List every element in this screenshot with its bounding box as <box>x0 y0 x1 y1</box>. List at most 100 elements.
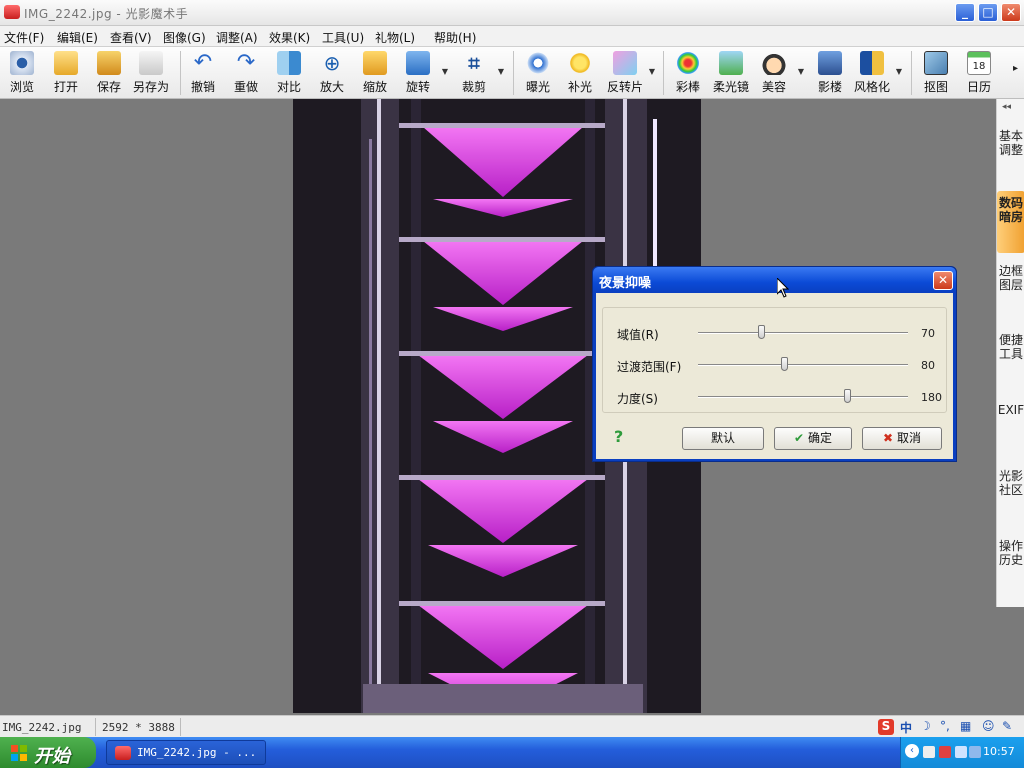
redo-label: 重做 <box>233 80 258 94</box>
taskbar-item-label: IMG_2242.jpg - ... <box>137 746 257 759</box>
open-button[interactable]: 打开 <box>44 49 88 97</box>
folder-open-icon <box>54 51 78 75</box>
cancel-button[interactable]: ✖ 取消 <box>862 427 942 450</box>
compare-icon <box>277 51 301 75</box>
transition-range-slider-thumb[interactable] <box>781 357 789 371</box>
reversal-film-dropdown-icon[interactable]: ▼ <box>649 67 655 76</box>
panel-collapse-icon[interactable]: ◂◂ <box>1002 102 1011 112</box>
tab-frame-layer[interactable]: 边框图层 <box>997 264 1024 326</box>
stylize-button[interactable]: 风格化 ▼ <box>850 49 902 97</box>
user-icon[interactable]: ☺ <box>982 719 995 735</box>
tray-expand-icon[interactable]: ‹ <box>905 744 919 758</box>
threshold-slider[interactable] <box>698 325 908 339</box>
maximize-button[interactable]: □ <box>978 3 998 22</box>
calendar-button[interactable]: 18 日历 <box>957 49 1001 97</box>
status-filename: IMG_2242.jpg <box>2 721 82 734</box>
crop-button[interactable]: ⌗ 裁剪 ▼ <box>452 49 504 97</box>
start-button[interactable]: 开始 <box>0 737 96 768</box>
toolbar-more-icon[interactable]: ▸ <box>1013 63 1018 74</box>
status-divider <box>180 718 181 736</box>
strength-slider-thumb[interactable] <box>844 389 852 403</box>
menu-view[interactable]: 查看(V) <box>110 29 152 46</box>
crop-icon: ⌗ <box>468 51 480 75</box>
beauty-dropdown-icon[interactable]: ▼ <box>798 67 804 76</box>
rotate-label: 旋转 <box>405 80 430 94</box>
threshold-slider-thumb[interactable] <box>758 325 765 339</box>
cutout-button[interactable]: 抠图 <box>914 49 958 97</box>
redo-button[interactable]: ↷ 重做 <box>224 49 268 97</box>
keyboard-icon[interactable]: ▦ <box>960 719 971 735</box>
strength-slider[interactable] <box>698 389 908 403</box>
eye-icon <box>10 51 34 75</box>
tab-history[interactable]: 操作历史 <box>997 539 1024 601</box>
soft-focus-button[interactable]: 柔光镜 <box>709 49 753 97</box>
studio-button[interactable]: 影楼 <box>808 49 852 97</box>
tray-app-icon[interactable] <box>923 746 935 758</box>
ok-button[interactable]: ✔ 确定 <box>774 427 852 450</box>
network-icon[interactable] <box>969 746 981 758</box>
reversal-film-button[interactable]: 反转片 ▼ <box>603 49 655 97</box>
punctuation-icon[interactable]: °, <box>940 719 950 735</box>
resize-button[interactable]: 缩放 <box>353 49 397 97</box>
rotate-dropdown-icon[interactable]: ▼ <box>442 67 448 76</box>
x-icon: ✖ <box>882 431 894 445</box>
cutout-label: 抠图 <box>923 80 948 94</box>
crop-label: 裁剪 <box>461 80 486 94</box>
tray-security-icon[interactable] <box>939 746 951 758</box>
threshold-value: 70 <box>921 327 935 340</box>
minimize-button[interactable]: _ <box>955 3 975 22</box>
menu-image[interactable]: 图像(G) <box>163 29 206 46</box>
tab-community[interactable]: 光影社区 <box>997 469 1024 531</box>
dialog-close-button[interactable]: ✕ <box>933 271 953 290</box>
cutout-icon <box>924 51 948 75</box>
menu-gifts[interactable]: 礼物(L) <box>375 29 415 46</box>
save-as-button[interactable]: 另存为 <box>129 49 173 97</box>
moon-icon[interactable]: ☽ <box>920 719 931 735</box>
crop-dropdown-icon[interactable]: ▼ <box>498 67 504 76</box>
zoom-in-label: 放大 <box>319 80 344 94</box>
rotate-button[interactable]: 旋转 ▼ <box>396 49 448 97</box>
menu-help[interactable]: 帮助(H) <box>434 29 476 46</box>
menu-effects[interactable]: 效果(K) <box>269 29 310 46</box>
taskbar-item-app[interactable]: IMG_2242.jpg - ... <box>106 740 266 765</box>
reversal-film-icon <box>613 51 637 75</box>
compare-button[interactable]: 对比 <box>267 49 311 97</box>
beauty-icon <box>762 51 786 75</box>
help-icon[interactable]: ? <box>614 427 623 446</box>
menu-edit[interactable]: 编辑(E) <box>57 29 98 46</box>
default-button[interactable]: 默认 <box>682 427 764 450</box>
zoom-in-button[interactable]: ⊕ 放大 <box>310 49 354 97</box>
tab-basic-adjust[interactable]: 基本调整 <box>997 127 1024 189</box>
save-button[interactable]: 保存 <box>87 49 131 97</box>
wrench-icon[interactable]: ✎ <box>1002 719 1012 735</box>
fill-light-icon <box>568 51 592 75</box>
tab-exif[interactable]: EXIF <box>997 403 1024 465</box>
studio-label: 影楼 <box>817 80 842 94</box>
menu-file[interactable]: 文件(F) <box>4 29 44 46</box>
sogou-icon[interactable]: S <box>878 719 894 735</box>
beauty-button[interactable]: 美容 ▼ <box>752 49 804 97</box>
tab-digital-darkroom[interactable]: 数码暗房 <box>997 191 1024 253</box>
compare-label: 对比 <box>276 80 301 94</box>
undo-label: 撤销 <box>190 80 215 94</box>
menu-tools[interactable]: 工具(U) <box>322 29 364 46</box>
browse-button[interactable]: 浏览 <box>0 49 44 97</box>
stylize-dropdown-icon[interactable]: ▼ <box>896 67 902 76</box>
transition-range-slider[interactable] <box>698 357 908 371</box>
app-icon <box>115 746 131 760</box>
exposure-button[interactable]: 曝光 <box>516 49 560 97</box>
ime-mode[interactable]: 中 <box>900 719 912 735</box>
clock: 10:57 <box>983 745 1015 758</box>
title-bar: IMG_2242.jpg - 光影魔术手 _ □ ✕ <box>0 0 1024 26</box>
color-wand-button[interactable]: 彩棒 <box>666 49 710 97</box>
volume-icon[interactable] <box>955 746 967 758</box>
windows-flag-icon <box>11 745 27 761</box>
dialog-title-bar[interactable]: 夜景抑噪 ✕ <box>593 267 956 293</box>
exposure-icon <box>526 51 550 75</box>
close-button[interactable]: ✕ <box>1001 3 1021 22</box>
transition-range-label: 过渡范围(F) <box>617 360 682 374</box>
tab-quick-tools[interactable]: 便捷工具 <box>997 333 1024 395</box>
fill-light-button[interactable]: 补光 <box>558 49 602 97</box>
undo-button[interactable]: ↶ 撤销 <box>181 49 225 97</box>
menu-adjust[interactable]: 调整(A) <box>216 29 258 46</box>
